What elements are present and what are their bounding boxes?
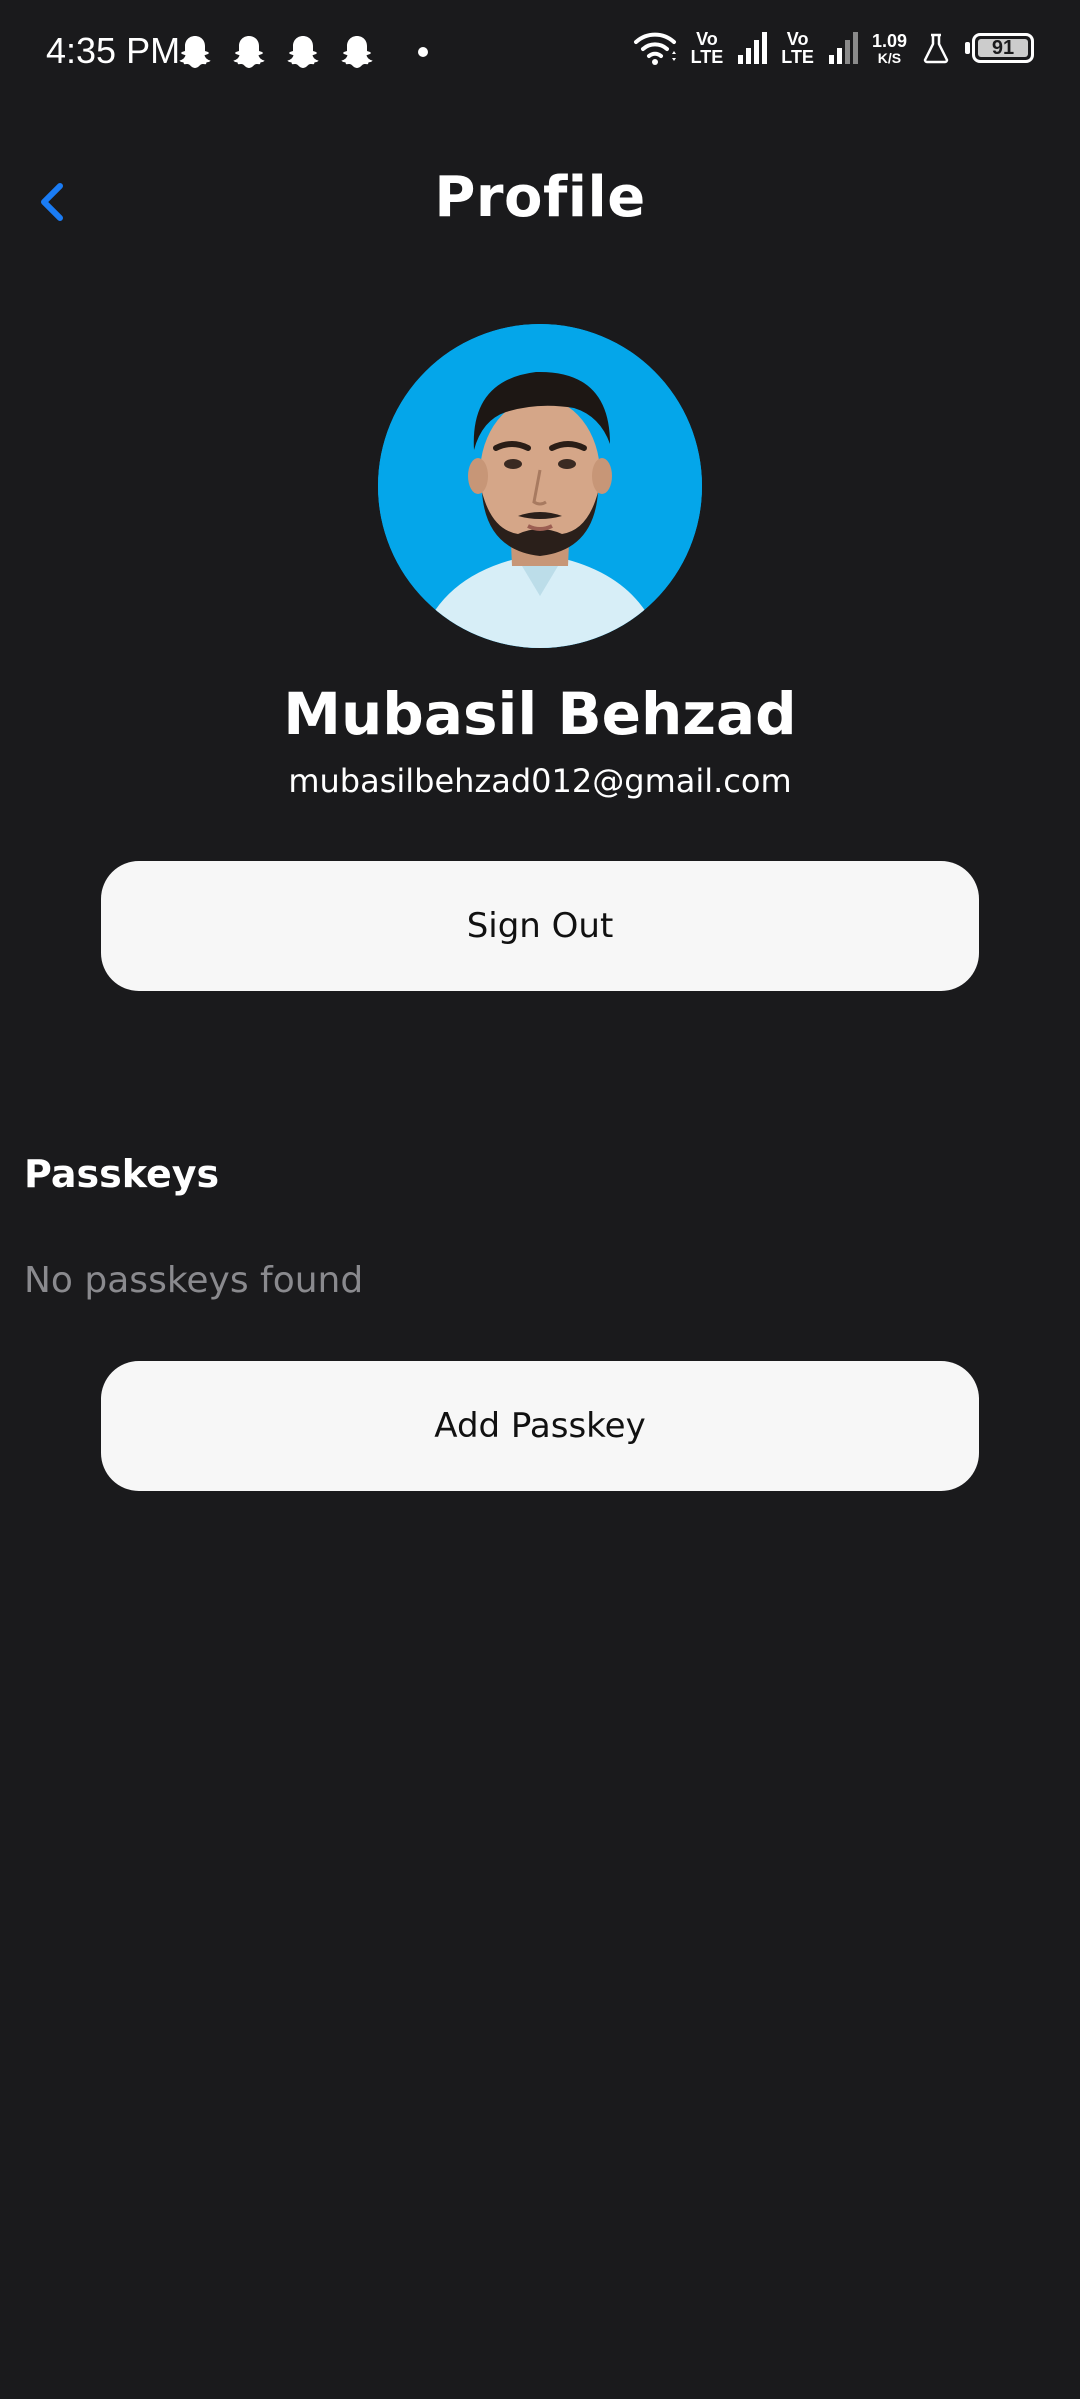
avatar [378, 324, 702, 648]
wifi-icon [633, 32, 676, 65]
sim1-top: Vo [696, 29, 718, 49]
page-title: Profile [434, 165, 646, 230]
system-icons: Vo LTE Vo LTE 1.09 K/S 91 [633, 30, 1034, 66]
status-bar: 4:35 PM Vo LTE Vo LTE 1.09 K/S 91 [0, 0, 1080, 110]
add-passkey-button[interactable]: Add Passkey [101, 1361, 979, 1491]
battery-icon: 91 [972, 33, 1034, 63]
battery-tip [965, 42, 970, 54]
sim1-bottom: LTE [690, 47, 724, 67]
snapchat-icon [287, 36, 319, 68]
snapchat-icon [179, 36, 211, 68]
avatar-photo [378, 324, 702, 648]
snapchat-icon [341, 36, 373, 68]
user-name: Mubasil Behzad [283, 680, 797, 748]
sim2-bottom: LTE [781, 47, 814, 67]
battery-indicator: 91 [965, 33, 1034, 63]
snapchat-icon [233, 36, 265, 68]
sign-out-button[interactable]: Sign Out [101, 861, 979, 991]
notification-icons [178, 34, 428, 70]
passkeys-section-title: Passkeys [24, 1152, 220, 1196]
volte-indicator-2: Vo LTE [781, 30, 814, 66]
more-notifications-dot [418, 47, 428, 57]
signal-icon [828, 32, 858, 64]
flask-icon [923, 33, 949, 64]
status-time: 4:35 PM [46, 30, 181, 71]
passkeys-empty-message: No passkeys found [24, 1260, 364, 1301]
volte-indicator-1: Vo LTE [691, 30, 724, 66]
signal-icon [738, 32, 768, 64]
network-speed-unit: K/S [877, 50, 902, 66]
network-speed-value: 1.09 [871, 31, 907, 51]
user-email: mubasilbehzad012@gmail.com [288, 762, 792, 800]
sim2-top: Vo [786, 29, 809, 49]
network-speed: 1.09 K/S [872, 31, 907, 65]
battery-level: 91 [991, 36, 1015, 59]
